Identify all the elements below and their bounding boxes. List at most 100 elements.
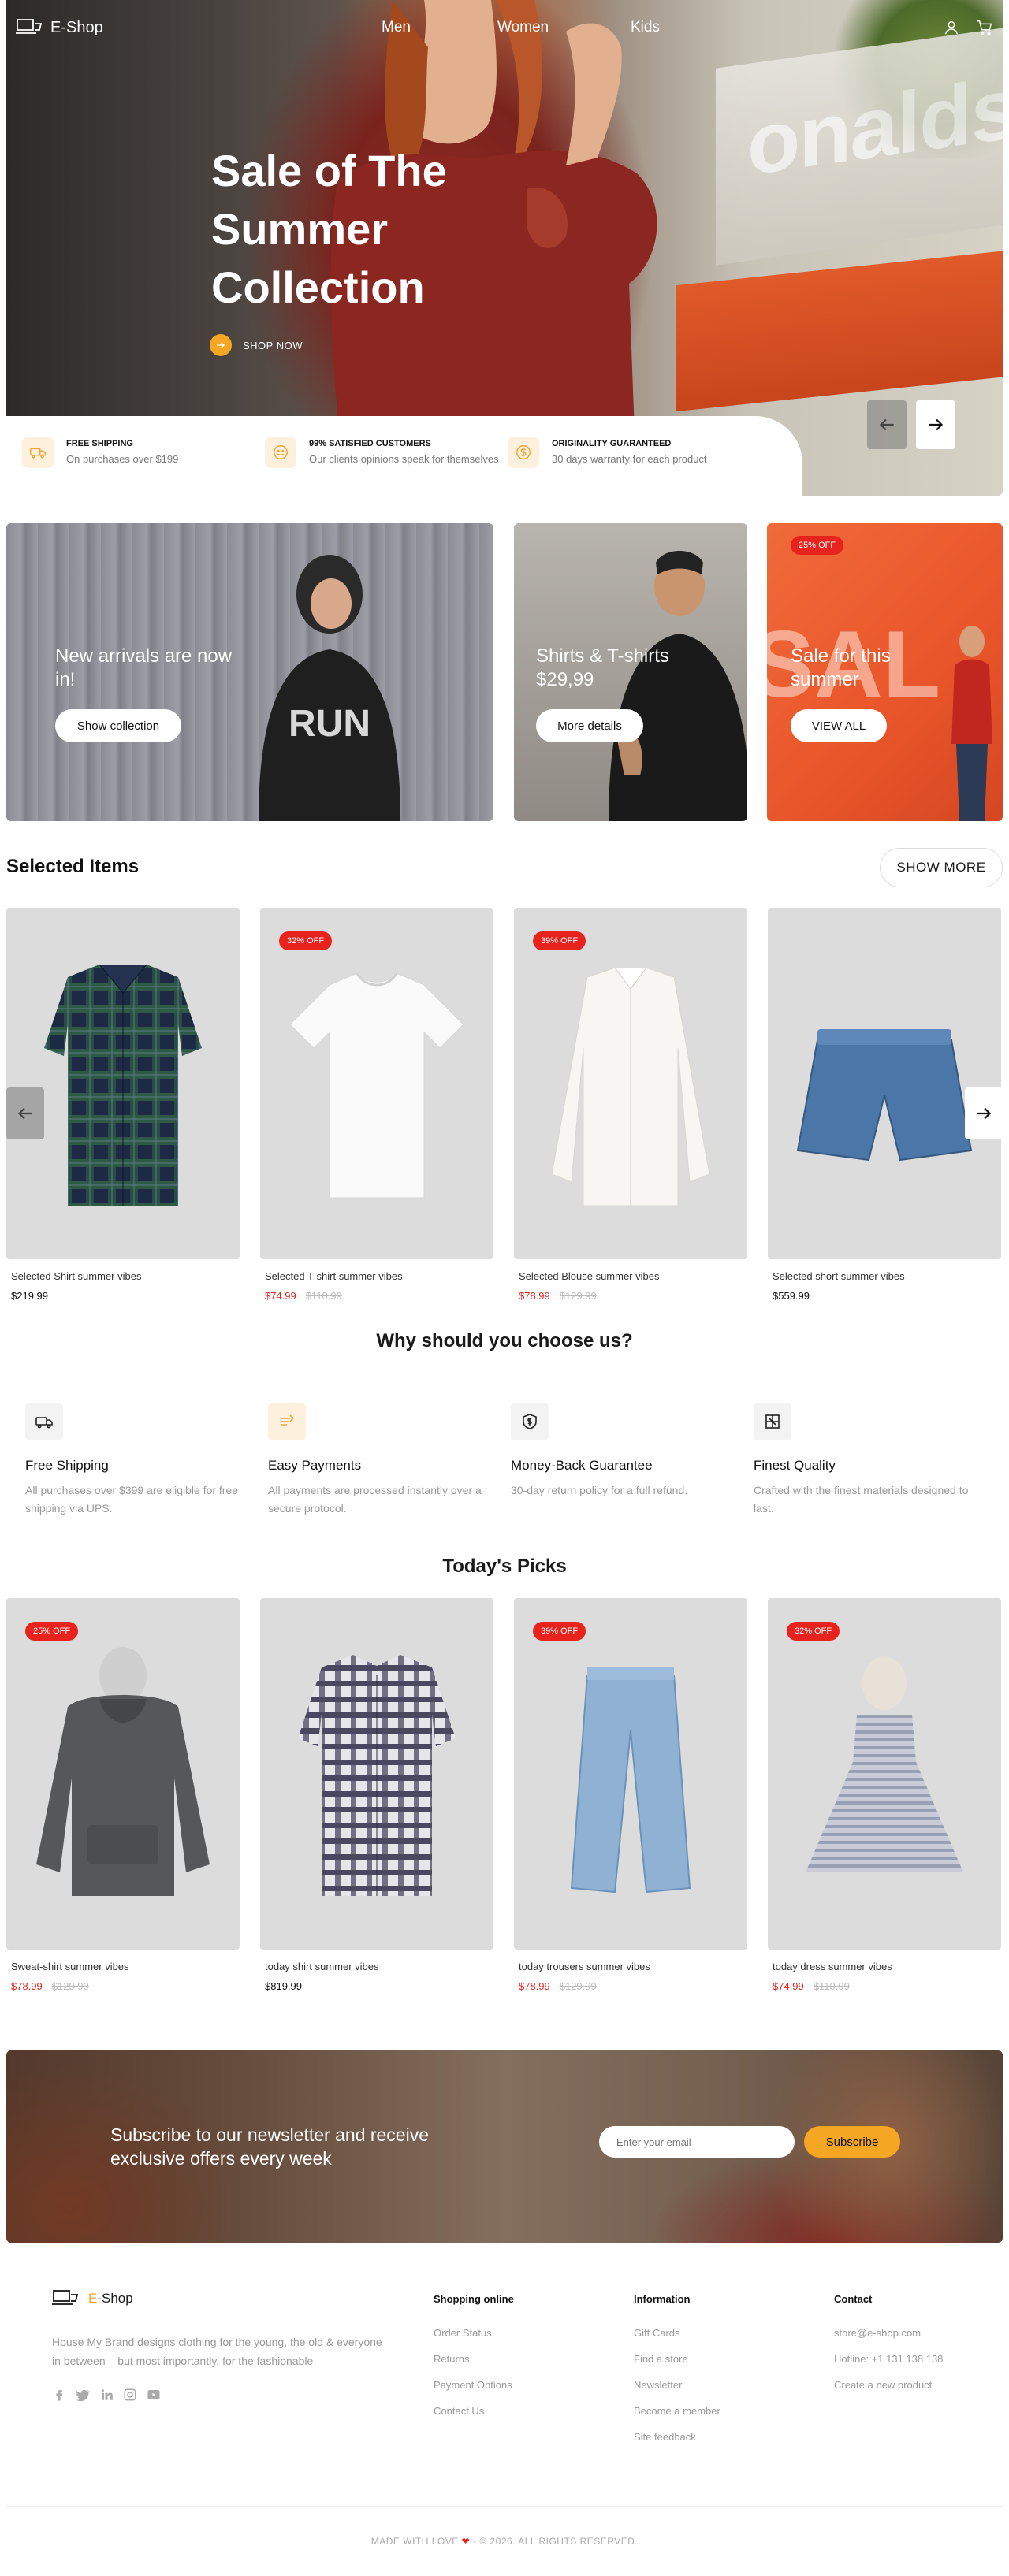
- footer-column-contact: Contact store@e-shop.com Hotline: +1 131…: [834, 2293, 943, 2405]
- footer-logo[interactable]: E-Shop: [52, 2288, 133, 2309]
- product-image[interactable]: [6, 908, 240, 1259]
- hero-prev-button[interactable]: [867, 400, 907, 449]
- product-name[interactable]: today dress summer vibes: [768, 1961, 1001, 1972]
- quality-icon: [754, 1403, 791, 1440]
- footer-link[interactable]: Become a member: [634, 2405, 720, 2417]
- promo-new-arrivals[interactable]: RUN New arrivals are now in! Show collec…: [6, 523, 493, 821]
- show-collection-button[interactable]: Show collection: [55, 709, 181, 742]
- discount-badge: 32% OFF: [279, 931, 333, 950]
- footer-link[interactable]: Returns: [434, 2353, 514, 2365]
- promo-backdrop-text: RUN: [289, 703, 370, 745]
- footer-link[interactable]: Find a store: [634, 2353, 720, 2365]
- product-name[interactable]: Selected short summer vibes: [768, 1270, 1001, 1282]
- perk-title: 99% SATISFIED CUSTOMERS: [309, 439, 431, 448]
- price-original: $129.99: [51, 1980, 89, 1992]
- footer-link[interactable]: Create a new product: [834, 2379, 943, 2391]
- product-card[interactable]: 32% OFF today dress summer vibes $74.99 $…: [768, 1598, 1001, 1992]
- promo-summer-sale[interactable]: SAL 25% OFF Sale for this summer VIEW AL…: [767, 523, 1003, 821]
- selected-next-button[interactable]: [965, 1087, 1003, 1139]
- promo-text: New arrivals are now in!: [55, 645, 233, 690]
- price-sale: $78.99: [11, 1980, 43, 1992]
- copyright: MADE WITH LOVE ❤ - © 2026. ALL RIGHTS RE…: [0, 2536, 1009, 2547]
- product-name[interactable]: today trousers summer vibes: [514, 1961, 747, 1972]
- product-card[interactable]: 32% OFF Selected T-shirt summer vibes $7…: [260, 908, 493, 1302]
- linkedin-icon[interactable]: [99, 2388, 114, 2402]
- price-sale: $74.99: [265, 1290, 296, 1302]
- product-price: $74.99 $110.99: [768, 1980, 1001, 1992]
- perk-originality: ORIGINALITY GUARANTEED 30 days warranty f…: [508, 437, 707, 468]
- youtube-icon[interactable]: [147, 2388, 161, 2402]
- show-more-button[interactable]: SHOW MORE: [880, 848, 1003, 887]
- more-details-button[interactable]: More details: [536, 709, 643, 742]
- promo-shirts[interactable]: Shirts & T-shirts $29,99 More details: [514, 523, 747, 821]
- footer-link[interactable]: Hotline: +1 131 138 138: [834, 2353, 943, 2365]
- dollar-icon: [508, 437, 539, 468]
- product-price: $819.99: [260, 1980, 493, 1992]
- newsletter-text: Subscribe to our newsletter and receive …: [110, 2124, 429, 2169]
- discount-badge: 32% OFF: [787, 1622, 840, 1641]
- laptop-cart-icon: [16, 19, 43, 34]
- nav-men[interactable]: Men: [382, 19, 411, 36]
- product-image[interactable]: 25% OFF: [6, 1598, 240, 1950]
- facebook-icon[interactable]: [52, 2388, 66, 2402]
- why-title: Free Shipping: [25, 1458, 109, 1473]
- product-image[interactable]: 32% OFF: [260, 908, 493, 1259]
- footer-brand: E-Shop: [88, 2291, 133, 2307]
- newsletter-email-input[interactable]: [599, 2126, 795, 2158]
- footer-link[interactable]: store@e-shop.com: [834, 2327, 943, 2339]
- twitter-icon[interactable]: [76, 2388, 90, 2402]
- product-name[interactable]: Selected Blouse summer vibes: [514, 1270, 747, 1282]
- product-price: $219.99: [6, 1290, 240, 1302]
- footer-link[interactable]: Site feedback: [634, 2431, 720, 2443]
- arrow-right-icon: [929, 418, 944, 431]
- footer-link[interactable]: Contact Us: [434, 2405, 514, 2417]
- shop-now-button[interactable]: SHOP NOW: [210, 334, 303, 356]
- perk-desc: 30 days warranty for each product: [552, 453, 707, 465]
- promo-model-hoodie: RUN: [259, 555, 400, 821]
- footer-link[interactable]: Gift Cards: [634, 2327, 720, 2339]
- hero-backdrop-awning: [676, 250, 1003, 412]
- price-original: $110.99: [305, 1290, 342, 1302]
- price-original: $110.99: [813, 1980, 850, 1992]
- product-card[interactable]: 25% OFF Sweat-shirt summer vibes $78.99 $…: [6, 1598, 240, 1992]
- hoodie-illustration: [36, 1647, 210, 1896]
- perk-title: ORIGINALITY GUARANTEED: [552, 439, 672, 448]
- why-desc: Crafted with the finest materials design…: [754, 1484, 969, 1515]
- footer-link[interactable]: Order Status: [434, 2327, 514, 2339]
- instagram-icon[interactable]: [123, 2388, 137, 2402]
- product-image[interactable]: 39% OFF: [514, 1598, 747, 1950]
- price-original: $129.99: [559, 1980, 597, 1992]
- product-image[interactable]: [768, 908, 1001, 1259]
- footer-link[interactable]: Newsletter: [634, 2379, 720, 2391]
- nav-women[interactable]: Women: [497, 19, 549, 36]
- product-image[interactable]: 39% OFF: [514, 908, 747, 1259]
- product-price: $74.99 $110.99: [260, 1290, 493, 1302]
- user-icon[interactable]: [943, 19, 960, 36]
- product-image[interactable]: 32% OFF: [768, 1598, 1001, 1950]
- product-name[interactable]: Sweat-shirt summer vibes: [6, 1961, 240, 1972]
- selected-prev-button[interactable]: [6, 1087, 44, 1139]
- blouse-illustration: [551, 967, 710, 1206]
- product-image[interactable]: [260, 1598, 493, 1950]
- cart-icon[interactable]: [976, 19, 993, 36]
- product-price: $559.99: [768, 1290, 1001, 1302]
- price-sale: $74.99: [773, 1980, 804, 1992]
- subscribe-button[interactable]: Subscribe: [804, 2126, 900, 2158]
- product-name[interactable]: Selected Shirt summer vibes: [6, 1270, 240, 1282]
- footer-link[interactable]: Payment Options: [434, 2379, 514, 2391]
- nav-kids[interactable]: Kids: [631, 19, 660, 36]
- price-sale: $78.99: [519, 1290, 550, 1302]
- view-all-button[interactable]: VIEW ALL: [791, 709, 887, 742]
- discount-badge: 39% OFF: [533, 931, 586, 950]
- product-name[interactable]: today shirt summer vibes: [260, 1961, 493, 1972]
- selected-items-title: Selected Items: [6, 856, 140, 877]
- product-name[interactable]: Selected T-shirt summer vibes: [260, 1270, 493, 1282]
- page: onalds Sale of The Summer Collection SHO…: [0, 0, 1009, 2576]
- product-card[interactable]: 39% OFF today trousers summer vibes $78.…: [514, 1598, 747, 1992]
- hero-next-button[interactable]: [916, 400, 955, 449]
- brand-logo[interactable]: E-Shop: [16, 17, 103, 38]
- product-card[interactable]: 39% OFF Selected Blouse summer vibes $78…: [514, 908, 747, 1302]
- discount-badge: 39% OFF: [533, 1622, 586, 1641]
- shield-dollar-icon: [511, 1403, 549, 1440]
- product-card[interactable]: today shirt summer vibes $819.99: [260, 1598, 493, 1992]
